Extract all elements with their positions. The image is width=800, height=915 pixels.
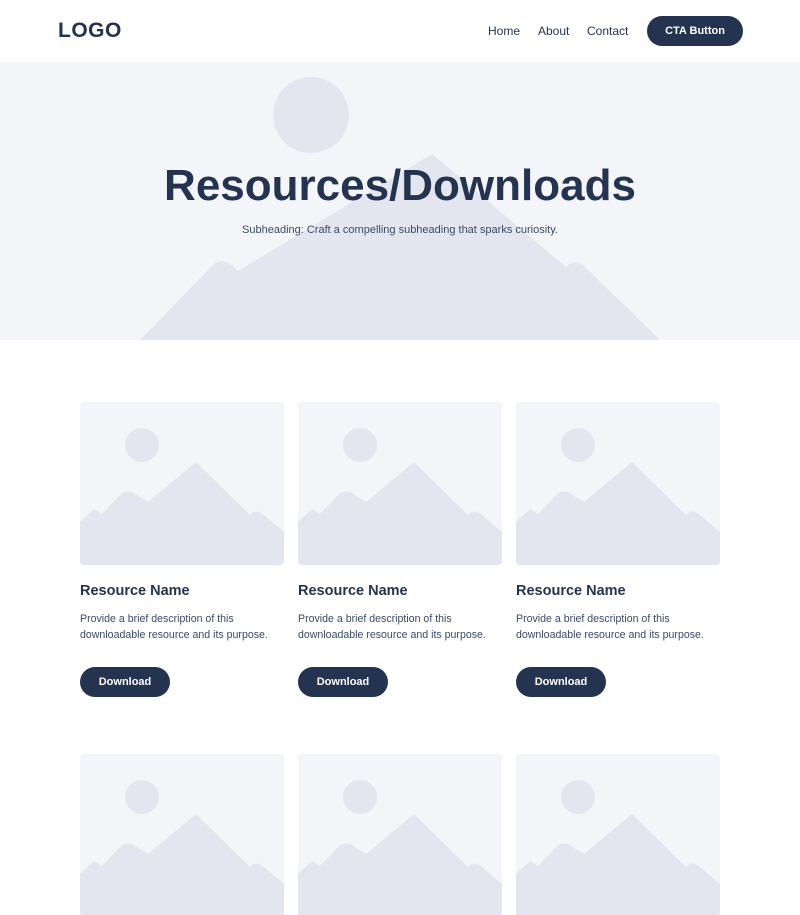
cta-button[interactable]: CTA Button <box>647 16 743 46</box>
resource-card <box>516 754 720 915</box>
page-title: Resources/Downloads <box>164 161 636 210</box>
logo[interactable]: LOGO <box>58 19 122 43</box>
resource-name: Resource Name <box>516 583 626 599</box>
nav-link-about[interactable]: About <box>538 24 569 38</box>
image-placeholder-icon <box>516 402 720 565</box>
hero-section: Resources/Downloads Subheading: Craft a … <box>0 62 800 340</box>
resource-description: Provide a brief description of this down… <box>516 613 704 641</box>
download-button[interactable]: Download <box>516 667 606 697</box>
resource-name: Resource Name <box>298 583 408 599</box>
site-header: LOGO Home About Contact CTA Button <box>0 0 800 62</box>
nav-link-home[interactable]: Home <box>488 24 520 38</box>
page: LOGO Home About Contact CTA Button Resou… <box>0 0 800 915</box>
resource-card <box>298 754 502 915</box>
image-placeholder-icon <box>298 402 502 565</box>
image-placeholder-icon <box>516 754 720 915</box>
page-subtitle: Subheading: Craft a compelling subheadin… <box>242 224 558 236</box>
download-button[interactable]: Download <box>298 667 388 697</box>
image-placeholder-icon <box>80 754 284 915</box>
image-placeholder-icon <box>80 402 284 565</box>
resource-name: Resource Name <box>80 583 190 599</box>
resource-description: Provide a brief description of this down… <box>298 613 486 641</box>
nav-link-contact[interactable]: Contact <box>587 24 628 38</box>
resource-card: Resource Name Provide a brief descriptio… <box>516 402 720 697</box>
resource-card: Resource Name Provide a brief descriptio… <box>80 402 284 697</box>
resource-card: Resource Name Provide a brief descriptio… <box>298 402 502 697</box>
resource-card <box>80 754 284 915</box>
image-placeholder-icon <box>298 754 502 915</box>
download-button[interactable]: Download <box>80 667 170 697</box>
resource-description: Provide a brief description of this down… <box>80 613 268 641</box>
